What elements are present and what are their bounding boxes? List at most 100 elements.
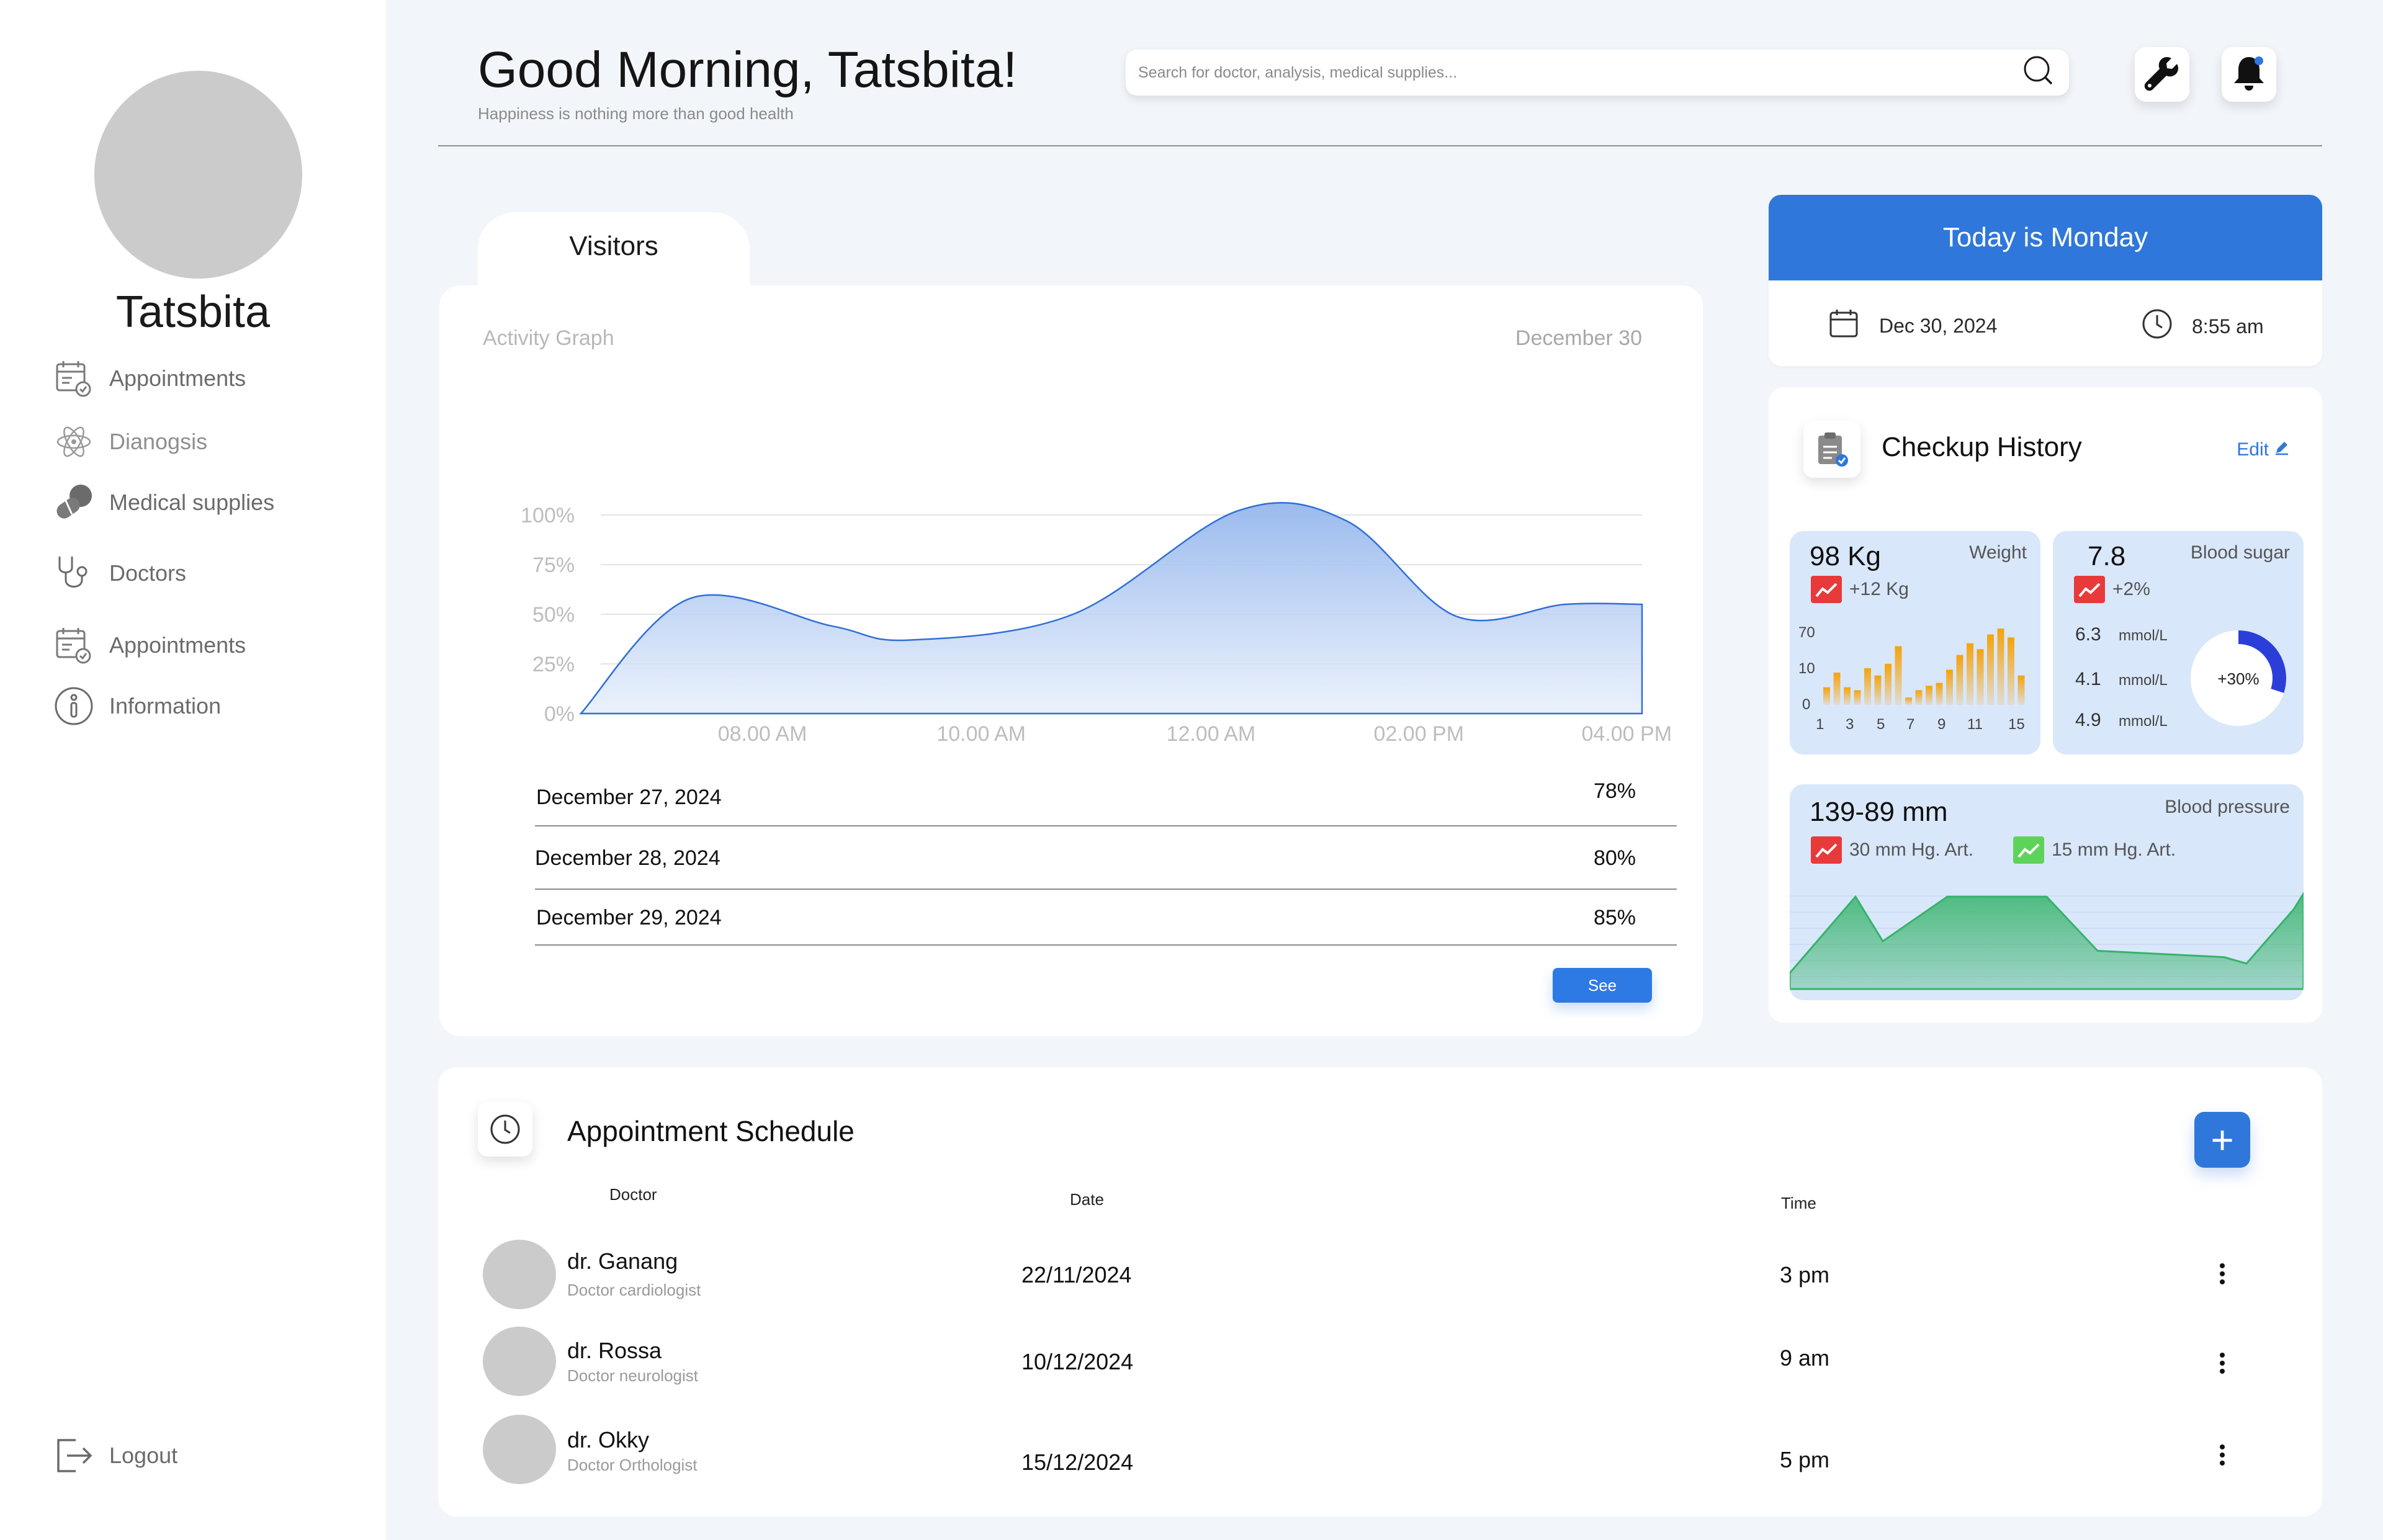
weight-bar <box>1977 649 1984 705</box>
weight-x-tick: 5 <box>1877 716 1885 733</box>
sidebar-item-appointments[interactable]: Appointments <box>53 354 246 403</box>
blood-sugar-trend: +2% <box>2074 576 2150 603</box>
notifications-button[interactable] <box>2222 47 2276 102</box>
sugar-reading: 6.3 mmol/L <box>2075 624 2168 645</box>
appointment-time: 5 pm <box>1780 1447 1830 1472</box>
appointment-date: 22/11/2024 <box>1021 1262 1132 1287</box>
y-tick-label: 75% <box>532 553 575 577</box>
doctor-avatar[interactable] <box>483 1415 556 1484</box>
column-header-date: Date <box>1070 1190 1104 1209</box>
page-title: Good Morning, Tatsbita! <box>478 42 1018 98</box>
edit-label: Edit <box>2237 439 2269 460</box>
appointment-date: 15/12/2024 <box>1021 1449 1134 1475</box>
weight-x-tick: 9 <box>1937 716 1946 733</box>
weight-bar <box>1905 697 1912 705</box>
weight-bar <box>1926 686 1932 705</box>
sidebar-item-medical-supplies[interactable]: Medical supplies <box>53 478 274 527</box>
weight-bar <box>1956 655 1963 705</box>
sidebar-item-diagnosis[interactable]: Dianogsis <box>53 417 207 467</box>
blood-pressure-card[interactable]: 139-89 mm Blood pressure 30 mm Hg. Art. … <box>1790 784 2304 1000</box>
visitor-row-date: December 28, 2024 <box>535 846 720 870</box>
tab-label: Visitors <box>569 231 658 261</box>
doctor-name[interactable]: dr. Okky <box>567 1427 649 1453</box>
sidebar-item-label: Appointments <box>109 632 246 658</box>
blood-pressure-chart <box>1790 892 2304 990</box>
sidebar-item-information[interactable]: Information <box>53 681 221 731</box>
settings-button[interactable] <box>2135 47 2189 102</box>
weight-card[interactable]: 98 Kg Weight +12 Kg 70 10 0 1 3 5 7 9 11… <box>1790 531 2040 754</box>
see-button[interactable]: See <box>1553 968 1652 1003</box>
more-options-icon[interactable] <box>2213 1258 2232 1289</box>
today-date-row: Dec 30, 2024 <box>1828 308 1997 344</box>
weight-bar-chart <box>1823 629 2025 705</box>
appointment-time: 9 am <box>1780 1345 1830 1371</box>
sugar-ring-chart: +30% <box>2191 630 2286 726</box>
weight-bar <box>1895 646 1902 705</box>
weight-x-tick: 11 <box>1967 716 1983 733</box>
weight-x-tick: 1 <box>1816 716 1824 733</box>
today-card: Today is Monday Dec 30, 2024 8:55 am <box>1769 195 2322 366</box>
weight-bar <box>1864 668 1871 705</box>
sidebar-item-label: Information <box>109 693 222 719</box>
sidebar-item-label: Doctors <box>109 560 187 586</box>
blood-sugar-trend-label: +2% <box>2112 579 2150 599</box>
doctor-name[interactable]: dr. Ganang <box>567 1248 678 1274</box>
doctor-avatar[interactable] <box>483 1240 556 1309</box>
doctor-avatar[interactable] <box>483 1327 556 1396</box>
sugar-reading-unit: mmol/L <box>2119 672 2168 689</box>
y-tick-label: 25% <box>532 653 575 676</box>
schedule-title: Appointment Schedule <box>567 1115 855 1147</box>
calendar-icon <box>1828 308 1859 344</box>
search-icon[interactable] <box>2019 53 2057 93</box>
logout-icon <box>53 1435 94 1476</box>
weight-bar <box>1936 683 1943 705</box>
tab-visitors[interactable]: Visitors <box>478 212 750 287</box>
appointment-time: 3 pm <box>1780 1262 1830 1287</box>
checkup-history-title: Checkup History <box>1882 432 2082 462</box>
row-divider <box>535 825 1677 826</box>
sidebar-item-appointments-2[interactable]: Appointments <box>53 620 246 670</box>
sugar-reading-value: 6.3 <box>2075 624 2101 645</box>
appointment-schedule-card: Appointment Schedule + Doctor Date Time … <box>438 1067 2322 1516</box>
add-appointment-button[interactable]: + <box>2194 1112 2250 1168</box>
sugar-reading-value: 4.9 <box>2075 710 2101 730</box>
pencil-icon <box>2274 439 2290 460</box>
clock-icon <box>2141 308 2173 345</box>
calendar-check-icon <box>53 625 94 666</box>
today-time-row: 8:55 am <box>2141 308 2264 345</box>
more-options-icon[interactable] <box>2213 1348 2232 1379</box>
edit-button[interactable]: Edit <box>2237 439 2290 460</box>
checkup-history-card: Checkup History Edit 98 Kg Weight +12 Kg… <box>1769 387 2322 1023</box>
visitor-row-value: 85% <box>1593 906 1636 929</box>
sidebar-item-label: Dianogsis <box>109 429 208 454</box>
more-options-icon[interactable] <box>2213 1439 2232 1471</box>
user-name: Tatsbita <box>115 287 271 337</box>
y-tick-label: 50% <box>532 603 575 627</box>
today-header: Today is Monday <box>1769 195 2322 280</box>
doctor-name[interactable]: dr. Rossa <box>567 1338 662 1364</box>
activity-chart: 100% 75% 50% 25% 0% 08.00 AM 10.00 AM 12.00 AM 0… <box>521 501 1672 746</box>
logout-button[interactable]: Logout <box>53 1431 177 1480</box>
x-tick-label: 12.00 AM <box>1167 722 1256 746</box>
x-tick-label: 04.00 PM <box>1581 722 1672 746</box>
pressure-area <box>1790 892 2304 990</box>
x-tick-label: 02.00 PM <box>1374 722 1465 746</box>
sidebar: Tatsbita Appointments Dianogsis Medical … <box>0 0 386 1540</box>
logout-label: Logout <box>109 1443 178 1468</box>
today-date: Dec 30, 2024 <box>1879 314 1998 337</box>
weight-bar <box>1833 673 1841 705</box>
weight-bar <box>2008 637 2014 705</box>
sidebar-item-label: Medical supplies <box>109 490 275 515</box>
appointment-date: 10/12/2024 <box>1021 1349 1134 1374</box>
search-input[interactable] <box>1138 63 2019 82</box>
visitor-row-value: 80% <box>1593 846 1636 870</box>
user-avatar[interactable] <box>94 71 302 279</box>
column-header-time: Time <box>1781 1194 1816 1212</box>
blood-sugar-card[interactable]: 7.8 Blood sugar +2% 6.3 mmol/L 4.1 mmol/… <box>2053 531 2304 754</box>
sidebar-item-doctors[interactable]: Doctors <box>53 548 186 598</box>
wrench-icon <box>2142 53 2182 96</box>
x-tick-label: 10.00 AM <box>936 722 1026 746</box>
sugar-reading-unit: mmol/L <box>2119 627 2168 644</box>
search-bar[interactable] <box>1126 50 2069 96</box>
sugar-reading: 4.9 mmol/L <box>2075 710 2168 731</box>
